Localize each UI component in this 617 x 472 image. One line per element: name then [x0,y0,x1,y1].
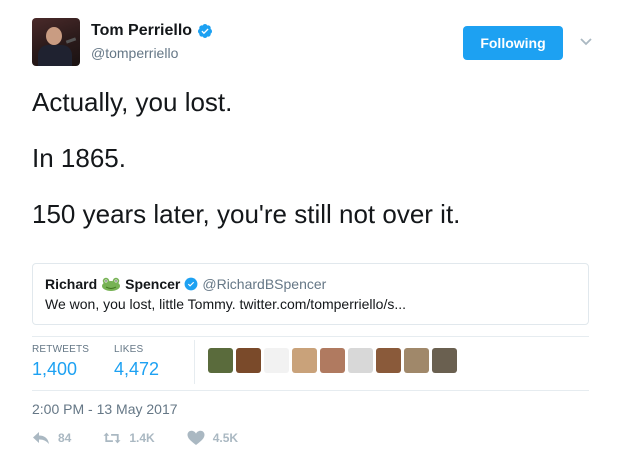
author-avatar[interactable] [32,18,80,66]
chevron-down-icon[interactable] [579,34,593,48]
liker-avatar-5[interactable] [320,348,345,373]
quoted-tweet-header: Richard Spencer @RichardBSpencer [45,276,576,292]
retweet-count: 1.4K [129,431,155,445]
verified-badge-icon [184,277,198,291]
tweet-actions: 84 1.4K 4.5K [32,430,270,446]
retweet-action[interactable]: 1.4K [103,430,155,446]
author-handle[interactable]: @tomperriello [91,45,178,61]
liker-avatar-3[interactable] [264,348,289,373]
liker-avatar-4[interactable] [292,348,317,373]
liker-avatar-1[interactable] [208,348,233,373]
heart-icon [187,430,205,445]
retweet-icon [103,432,121,444]
retweets-label: RETWEETS [32,344,90,355]
tweet-line: 150 years later, you're still not over i… [32,199,461,229]
author-name-row[interactable]: Tom Perriello [91,22,213,40]
retweets-count: 1,400 [32,359,78,379]
quoted-author-first-name: Richard [45,276,98,292]
liker-avatar-8[interactable] [404,348,429,373]
following-button[interactable]: Following [463,26,563,60]
tweet-header: Tom Perriello @tomperriello Following [32,18,592,68]
reply-action[interactable]: 84 [32,430,71,446]
quoted-tweet-text: We won, you lost, little Tommy. twitter.… [45,296,406,312]
reply-count: 84 [58,431,72,445]
liker-avatar-6[interactable] [348,348,373,373]
verified-badge-icon [198,24,213,38]
author-display-name[interactable]: Tom Perriello [91,22,192,40]
tweet-timestamp[interactable]: 2:00 PM - 13 May 2017 [32,401,178,417]
divider [194,340,195,384]
liker-avatar-7[interactable] [376,348,401,373]
liker-avatar-9[interactable] [432,348,457,373]
tweet-line: In 1865. [32,143,126,173]
quoted-author-last-name: Spencer [125,276,181,292]
divider [32,336,589,337]
like-count: 4.5K [212,431,239,445]
liker-avatars [208,348,460,373]
tweet-line: Actually, you lost. [32,87,233,117]
retweets-stat[interactable]: RETWEETS 1,400 [32,344,89,380]
reply-icon [33,432,49,444]
quoted-author-handle: @RichardBSpencer [202,276,327,292]
tweet-text: Actually, you lost. In 1865. 150 years l… [32,84,592,252]
likes-label: LIKES [114,344,144,355]
quoted-tweet-card[interactable]: Richard Spencer @RichardBSpencer We won,… [32,263,589,325]
liker-avatar-2[interactable] [236,348,261,373]
like-action[interactable]: 4.5K [187,430,238,446]
divider [32,390,589,391]
likes-stat[interactable]: LIKES 4,472 [114,344,159,380]
frog-emoji-icon [102,277,121,291]
likes-count: 4,472 [114,359,160,379]
